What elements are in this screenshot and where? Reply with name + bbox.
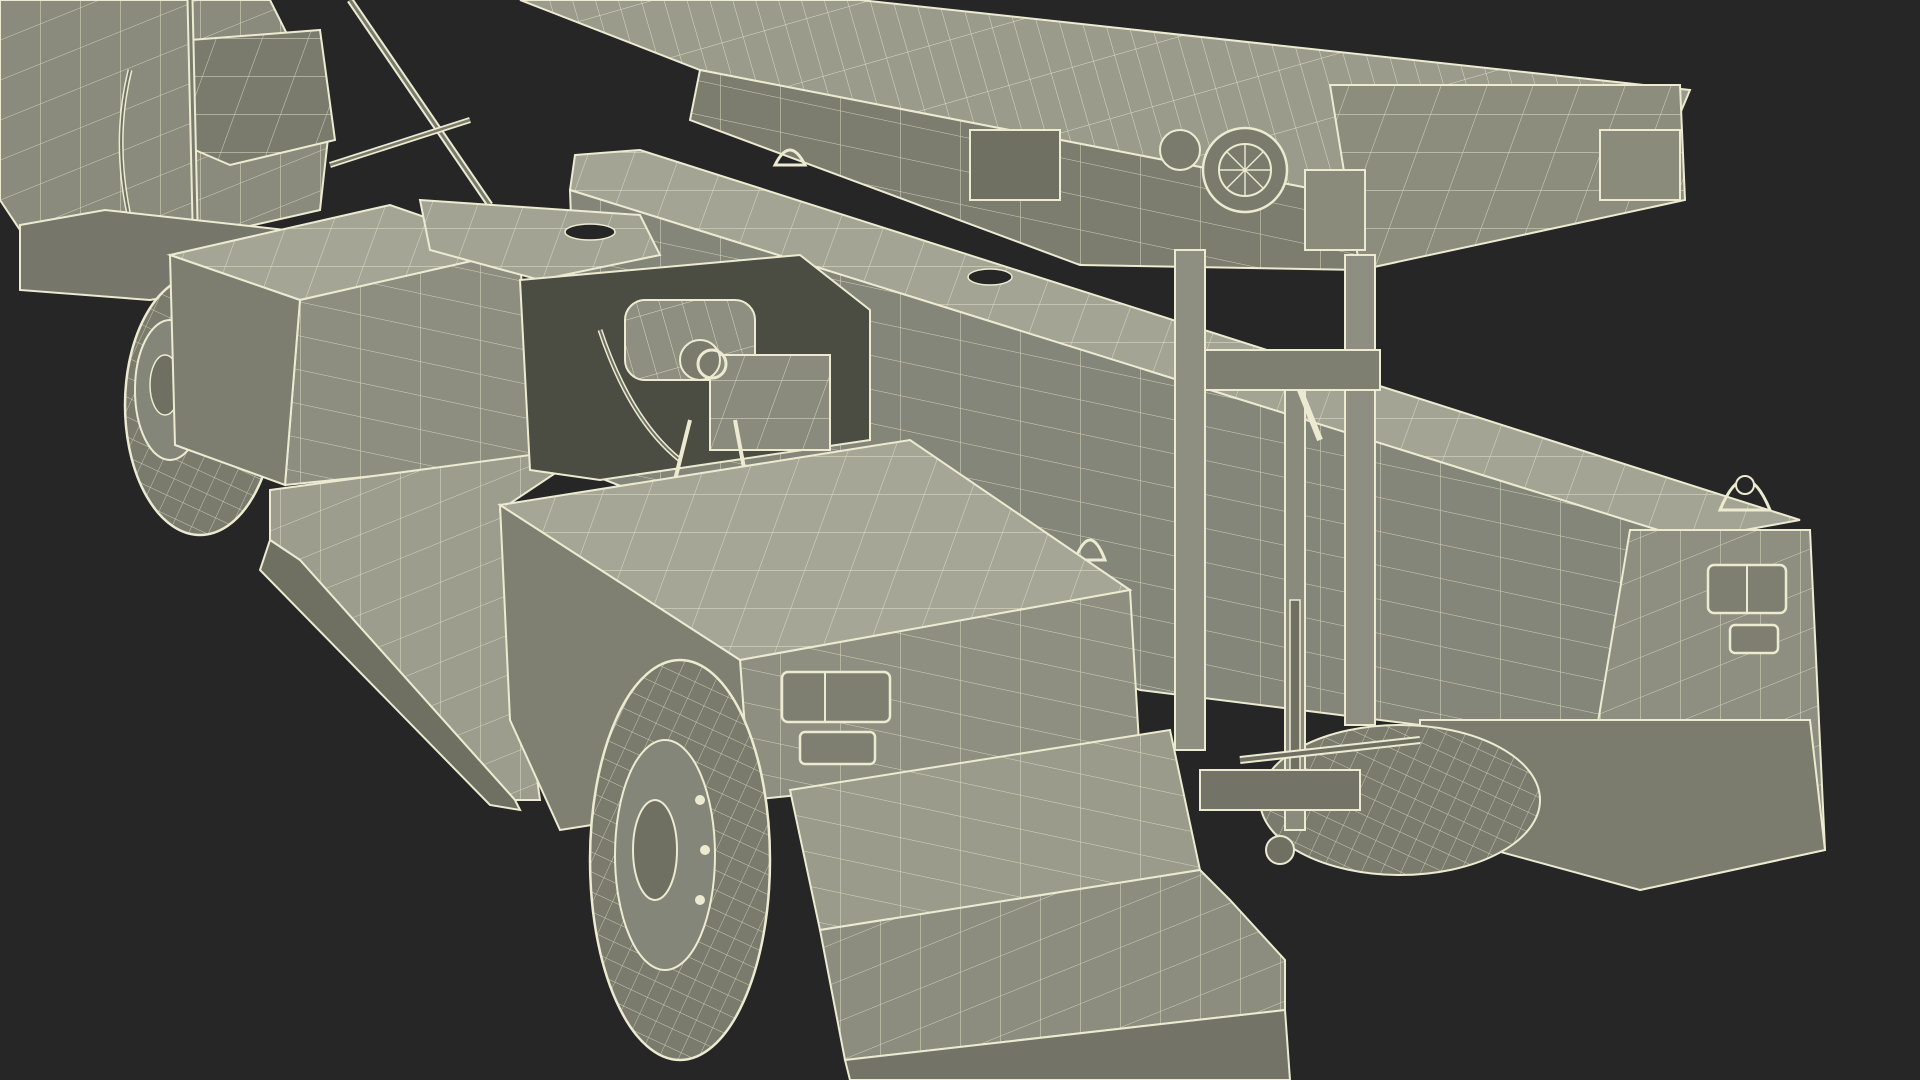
headlight-lower [798, 730, 877, 766]
tail-light-lower [1728, 623, 1780, 655]
front-wheel-hub [632, 799, 678, 901]
conveyor-lower-bracket [969, 129, 1061, 201]
front-wheel [588, 658, 772, 1062]
render-viewport [0, 0, 1920, 1080]
lift-leg-right [1344, 254, 1376, 726]
lift-crossbar [1204, 349, 1381, 391]
lift-leg-left [1174, 249, 1206, 751]
wireframe-scene [0, 0, 1827, 1080]
idler-pulley [1159, 129, 1201, 171]
headlight-upper [780, 670, 892, 724]
